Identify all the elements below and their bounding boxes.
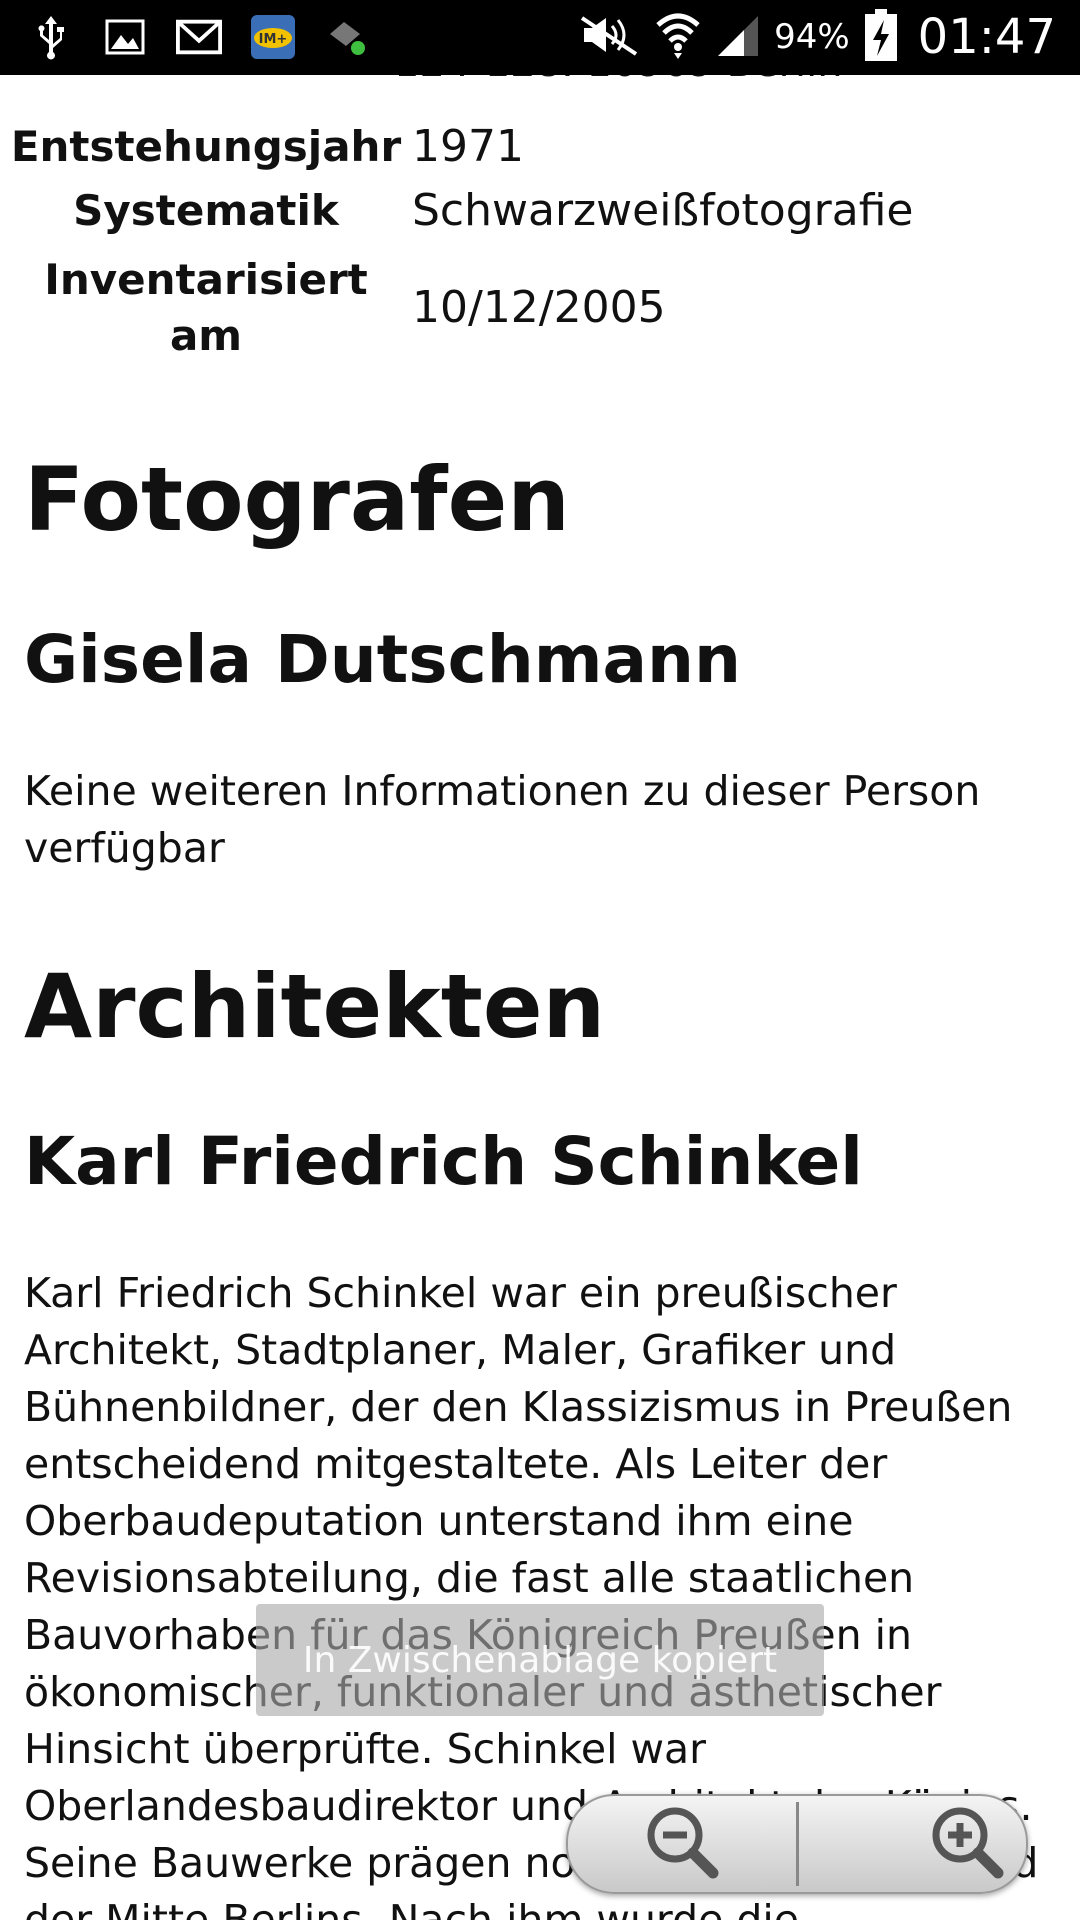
- image-icon: [102, 14, 148, 60]
- detail-value: 1971: [412, 121, 524, 172]
- zoom-out-button[interactable]: [568, 1796, 796, 1892]
- photographers-heading: Fotografen: [24, 448, 570, 551]
- detail-row: Entstehungsjahr 1971: [0, 117, 1080, 177]
- wifi-icon: [654, 9, 702, 65]
- zoom-in-button[interactable]: [799, 1796, 1027, 1892]
- signal-icon: [716, 12, 760, 62]
- detail-row: Systematik Schwarzweißfotografie: [0, 177, 1080, 245]
- architects-heading: Architekten: [24, 955, 606, 1058]
- zoom-in-icon: [924, 1799, 1010, 1889]
- battery-charging-icon: [864, 8, 898, 66]
- clock: 01:47: [917, 9, 1056, 65]
- zoom-out-icon: [639, 1799, 725, 1889]
- battery-percent: 94%: [774, 17, 850, 57]
- detail-label: Entstehungsjahr: [10, 122, 402, 171]
- photographer-info: Keine weiteren Informationen zu dieser P…: [24, 767, 981, 872]
- detail-label: Inventarisiert am: [44, 255, 368, 360]
- notification-icons: IM+: [28, 12, 370, 62]
- status-bar: IM+ 94% 01:47: [0, 0, 1080, 75]
- details-table: Entstehungsjahr 1971 Systematik Schwarzw…: [0, 117, 1080, 371]
- im-plus-icon: IM+: [250, 14, 296, 60]
- toast-text: In Zwischenablage kopiert: [302, 1639, 778, 1681]
- toast-message: In Zwischenablage kopiert: [256, 1604, 824, 1716]
- usb-icon: [28, 14, 74, 60]
- zoom-controls: [566, 1794, 1028, 1894]
- app-sync-icon: [324, 14, 370, 60]
- mute-icon: [578, 14, 640, 60]
- detail-row: Inventarisiert am 10/12/2005: [0, 245, 1080, 371]
- detail-value: 10/12/2005: [412, 282, 666, 333]
- gmail-icon: [176, 14, 222, 60]
- detail-label: Systematik: [73, 186, 339, 235]
- address-partial-line: 124-128. 10969 Berlin: [394, 75, 843, 91]
- architect-name: Karl Friedrich Schinkel: [24, 1123, 863, 1200]
- svg-text:IM+: IM+: [259, 32, 288, 47]
- photographer-name: Gisela Dutschmann: [24, 621, 741, 698]
- detail-value: Schwarzweißfotografie: [412, 185, 914, 236]
- system-indicators: 94% 01:47: [578, 8, 1056, 66]
